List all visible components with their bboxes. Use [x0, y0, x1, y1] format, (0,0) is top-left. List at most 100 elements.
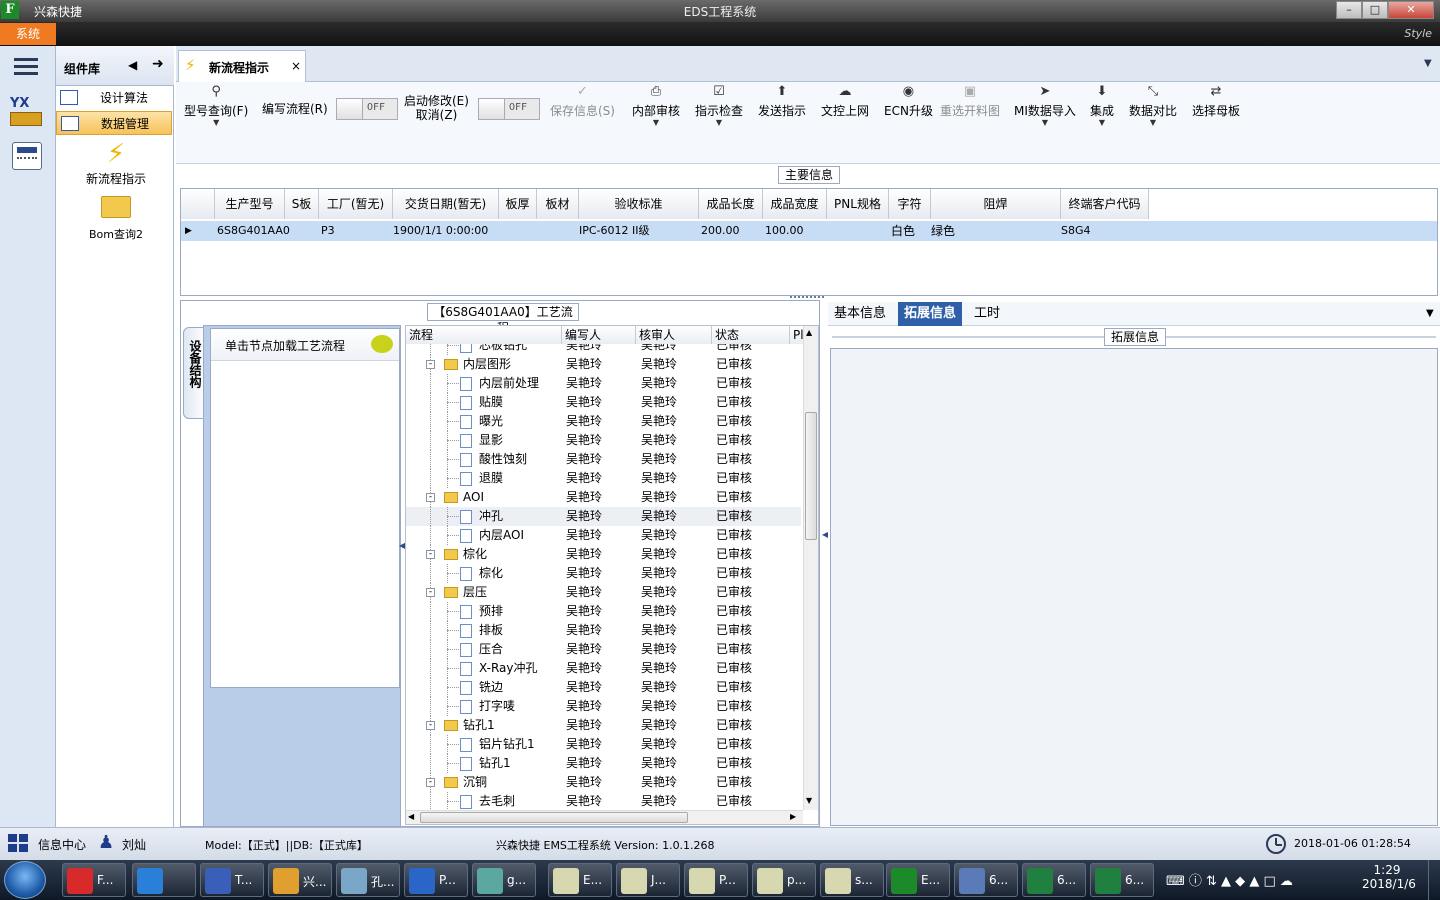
tree-row[interactable]: 铣边 吴艳玲 吴艳玲 已审核	[406, 678, 801, 697]
scroll-right-icon[interactable]: ▶	[790, 812, 796, 821]
tree-row[interactable]: 内层AOI 吴艳玲 吴艳玲 已审核	[406, 526, 801, 545]
taskbar-app-button[interactable]: J...	[616, 863, 680, 897]
collapse-toggle-icon[interactable]: -	[426, 588, 435, 597]
info-center-link[interactable]: 信息中心	[38, 836, 86, 853]
style-menu[interactable]: Style	[1404, 27, 1432, 40]
tab-basic-info[interactable]: 基本信息	[828, 302, 892, 326]
column-header[interactable]: 阻焊	[931, 189, 1061, 219]
close-window-button[interactable]: ✕	[1388, 1, 1434, 19]
redraw-cut-button[interactable]: ▣ 重选开料图	[940, 82, 1000, 142]
query-button[interactable]: ⚲ 型号查询(F) ▼	[184, 82, 248, 142]
tab-work-hours[interactable]: 工时	[968, 302, 1006, 326]
tree-row[interactable]: - 沉铜 吴艳玲 吴艳玲 已审核	[406, 773, 801, 792]
select-board-button[interactable]: ⇄ 选择母板	[1192, 82, 1240, 142]
mi-import-button[interactable]: ➤ MI数据导入 ▼	[1014, 82, 1076, 142]
tree-row[interactable]: - 层压 吴艳玲 吴艳玲 已审核	[406, 583, 801, 602]
maximize-button[interactable]: □	[1362, 1, 1388, 19]
vertical-scrollbar[interactable]: ▲ ▼	[803, 326, 818, 810]
data-compare-button[interactable]: ⤡ 数据对比 ▼	[1129, 82, 1177, 142]
send-instruction-button[interactable]: ⬆ 发送指示	[758, 82, 806, 142]
grid-apps-icon[interactable]	[8, 834, 30, 854]
tree-row[interactable]: 铝片钻孔1 吴艳玲 吴艳玲 已审核	[406, 735, 801, 754]
column-header[interactable]: 成品长度	[699, 189, 763, 219]
tree-row[interactable]: 棕化 吴艳玲 吴艳玲 已审核	[406, 564, 801, 583]
column-header[interactable]: 生产型号	[215, 189, 285, 219]
library-item-design-algorithm[interactable]: 设计算法	[56, 86, 172, 110]
column-header[interactable]: 流程	[406, 326, 562, 344]
tab-close-icon[interactable]: ×	[291, 59, 301, 73]
tab-extended-info[interactable]: 拓展信息	[898, 302, 963, 326]
taskbar-app-button[interactable]: p...	[752, 863, 816, 897]
tree-row[interactable]: 预排 吴艳玲 吴艳玲 已审核	[406, 602, 801, 621]
instruction-check-button[interactable]: ☑ 指示检查 ▼	[695, 82, 743, 142]
collapse-toggle-icon[interactable]: -	[426, 493, 435, 502]
edit-flow-toggle[interactable]: OFF	[336, 98, 398, 120]
column-header[interactable]: 交货日期(暂无)	[393, 189, 499, 219]
tab-new-flow-instruction[interactable]: ⚡ 新流程指示 ×	[178, 50, 306, 82]
taskbar-app-button[interactable]: 兴...	[268, 863, 332, 897]
column-header[interactable]: 验收标准	[579, 189, 699, 219]
tree-row[interactable]: 压合 吴艳玲 吴艳玲 已审核	[406, 640, 801, 659]
taskbar-app-button[interactable]: g...	[472, 863, 536, 897]
tree-row[interactable]: 冲孔 吴艳玲 吴艳玲 已审核	[406, 507, 801, 526]
taskbar-app-button[interactable]: 6...	[1090, 863, 1154, 897]
tree-row[interactable]: 曝光 吴艳玲 吴艳玲 已审核	[406, 412, 801, 431]
splitter-grip[interactable]	[790, 296, 824, 300]
ecn-upgrade-button[interactable]: ◉ ECN升级	[884, 82, 933, 142]
taskbar-app-button[interactable]: F...	[62, 863, 126, 897]
tool-bom-query[interactable]: Bom查询2	[66, 196, 166, 242]
tree-row[interactable]: 酸性蚀刻 吴艳玲 吴艳玲 已审核	[406, 450, 801, 469]
column-header[interactable]: PNL规格	[827, 189, 889, 219]
taskbar-app-button[interactable]: 孔...	[336, 863, 400, 897]
taskbar-app-button[interactable]: 6...	[1022, 863, 1086, 897]
pin-exit-icon[interactable]: ➜	[152, 56, 164, 72]
tree-row[interactable]: X-Ray冲孔 吴艳玲 吴艳玲 已审核	[406, 659, 801, 678]
yx-module-icon[interactable]: YX	[8, 96, 44, 128]
column-header[interactable]: S板	[285, 189, 319, 219]
minimize-button[interactable]: –	[1336, 1, 1362, 19]
taskbar-app-button[interactable]: E...	[548, 863, 612, 897]
upload-doc-button[interactable]: ☁ 文控上网	[821, 82, 869, 142]
tabs-dropdown-icon[interactable]: ▼	[1426, 308, 1434, 319]
column-header[interactable]: Pl	[790, 326, 804, 344]
scroll-thumb[interactable]	[805, 412, 817, 540]
scroll-left-icon[interactable]: ◀	[408, 812, 414, 821]
internal-review-button[interactable]: ⎙ 内部审核 ▼	[632, 82, 680, 142]
tree-row[interactable]: 去毛刺 吴艳玲 吴艳玲 已审核	[406, 792, 801, 810]
start-button[interactable]	[4, 861, 46, 899]
tree-row[interactable]: 内层前处理 吴艳玲 吴艳玲 已审核	[406, 374, 801, 393]
tray-clock[interactable]: 1:29 2018/1/6	[1362, 863, 1416, 891]
tree-row[interactable]: 打字唛 吴艳玲 吴艳玲 已审核	[406, 697, 801, 716]
column-header[interactable]: 核审人	[636, 326, 712, 344]
column-header[interactable]: 字符	[889, 189, 931, 219]
taskbar-app-button[interactable]: 6...	[954, 863, 1018, 897]
column-header[interactable]: 状态	[712, 326, 790, 344]
tree-row[interactable]: - 内层图形 吴艳玲 吴艳玲 已审核	[406, 355, 801, 374]
horizontal-scrollbar[interactable]: ◀ ▶	[406, 810, 803, 824]
tray-icons[interactable]: ⌨ ⓘ ⇅ ▲ ◆ ▲ □ ☁	[1166, 870, 1293, 889]
integrate-button[interactable]: ⬇ 集成 ▼	[1090, 82, 1114, 142]
save-button[interactable]: ✓ 保存信息(S)	[550, 82, 615, 142]
collapse-toggle-icon[interactable]: -	[426, 550, 435, 559]
scroll-thumb-horizontal[interactable]	[420, 812, 688, 823]
show-desktop-button[interactable]	[1428, 860, 1440, 900]
taskbar-app-button[interactable]: s...	[820, 863, 884, 897]
column-header[interactable]: 编写人	[562, 326, 636, 344]
hamburger-menu-icon[interactable]	[14, 58, 38, 76]
column-header[interactable]: 终端客户代码	[1061, 189, 1149, 219]
tree-row[interactable]: 钻孔1 吴艳玲 吴艳玲 已审核	[406, 754, 801, 773]
calculator-icon[interactable]	[12, 142, 42, 170]
library-item-data-management[interactable]: 数据管理	[56, 111, 172, 135]
taskbar-app-button[interactable]: T...	[200, 863, 264, 897]
tree-row[interactable]: 贴膜 吴艳玲 吴艳玲 已审核	[406, 393, 801, 412]
system-menu-button[interactable]: 系统	[0, 23, 56, 45]
taskbar-app-button[interactable]: E...	[886, 863, 950, 897]
load-flow-hint[interactable]: 单击节点加载工艺流程	[211, 329, 399, 361]
table-row[interactable]	[181, 221, 1437, 241]
column-header[interactable]: 工厂(暂无)	[319, 189, 393, 219]
tree-row[interactable]: 显影 吴艳玲 吴艳玲 已审核	[406, 431, 801, 450]
column-header[interactable]: 板厚	[499, 189, 537, 219]
column-header[interactable]: 成品宽度	[763, 189, 827, 219]
taskbar-app-button[interactable]: P...	[684, 863, 748, 897]
taskbar-app-button[interactable]	[132, 863, 196, 897]
